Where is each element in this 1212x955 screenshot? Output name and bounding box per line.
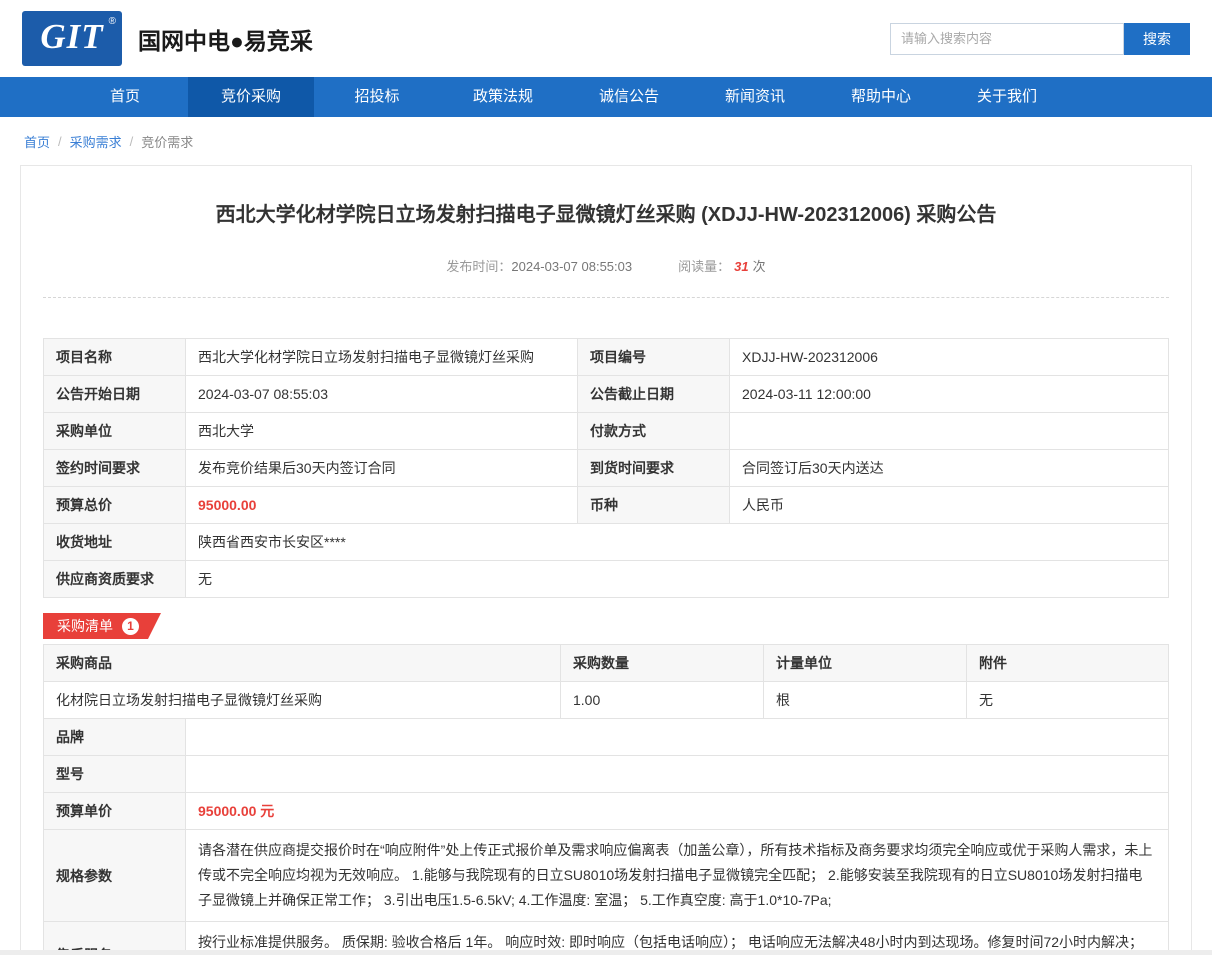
table-row: 收货地址 陕西省西安市长安区**** xyxy=(43,523,1169,561)
info-label: 项目名称 xyxy=(43,338,186,376)
purchase-list-tag: 采购清单 1 xyxy=(43,613,1169,639)
column-header: 计量单位 xyxy=(763,644,967,682)
page-header: GIT ® 国网中电●易竞采 搜索 xyxy=(0,0,1212,77)
page-title: 西北大学化材学院日立场发射扫描电子显微镜灯丝采购 (XDJJ-HW-202312… xyxy=(215,204,997,226)
table-header-row: 采购商品 采购数量 计量单位 附件 xyxy=(43,644,1169,682)
site-logo[interactable]: GIT ® xyxy=(22,11,122,66)
detail-value xyxy=(185,718,1169,756)
info-value: 无 xyxy=(185,560,1169,598)
table-row: 型号 xyxy=(43,755,1169,793)
info-value: 西北大学 xyxy=(185,412,578,450)
table-row: 规格参数 请各潜在供应商提交报价时在“响应附件”处上传正式报价单及需求响应偏离表… xyxy=(43,829,1169,922)
footer-edge xyxy=(0,950,1212,955)
budget-total-value: 95000.00 xyxy=(185,486,578,524)
info-label: 供应商资质要求 xyxy=(43,560,186,598)
main-nav: 首页 竞价采购 招投标 政策法规 诚信公告 新闻资讯 帮助中心 关于我们 xyxy=(0,77,1212,117)
item-quantity: 1.00 xyxy=(560,681,764,719)
nav-item-bidding-purchase[interactable]: 竞价采购 xyxy=(188,77,314,117)
item-name: 化材院日立场发射扫描电子显微镜灯丝采购 xyxy=(43,681,561,719)
info-value: 2024-03-11 12:00:00 xyxy=(729,375,1169,413)
nav-item-help-center[interactable]: 帮助中心 xyxy=(818,77,944,117)
breadcrumb-separator: / xyxy=(58,133,62,149)
breadcrumb-purchase-demand[interactable]: 采购需求 xyxy=(70,132,122,151)
info-value: 发布竞价结果后30天内签订合同 xyxy=(185,449,578,487)
info-label: 收货地址 xyxy=(43,523,186,561)
project-info-table: 项目名称 西北大学化材学院日立场发射扫描电子显微镜灯丝采购 项目编号 XDJJ-… xyxy=(43,338,1169,598)
site-title: 国网中电●易竞采 xyxy=(138,27,313,54)
info-label: 预算总价 xyxy=(43,486,186,524)
info-value: 2024-03-07 08:55:03 xyxy=(185,375,578,413)
views-unit: 次 xyxy=(752,259,766,274)
nav-item-home[interactable]: 首页 xyxy=(62,77,188,117)
table-row: 化材院日立场发射扫描电子显微镜灯丝采购 1.00 根 无 xyxy=(43,681,1169,719)
info-value: XDJJ-HW-202312006 xyxy=(729,338,1169,376)
announcement-card: 西北大学化材学院日立场发射扫描电子显微镜灯丝采购 (XDJJ-HW-202312… xyxy=(20,165,1192,955)
table-row: 签约时间要求 发布竞价结果后30天内签订合同 到货时间要求 合同签订后30天内送… xyxy=(43,449,1169,487)
breadcrumb-separator: / xyxy=(129,133,134,149)
info-value: 合同签订后30天内送达 xyxy=(729,449,1169,487)
detail-value xyxy=(185,755,1169,793)
announcement-meta: 发布时间：2024-03-07 08:55:03 阅读量： 31 次 xyxy=(43,256,1169,275)
info-value xyxy=(729,412,1169,450)
item-unit: 根 xyxy=(763,681,967,719)
nav-item-integrity-notice[interactable]: 诚信公告 xyxy=(566,77,692,117)
breadcrumb-home[interactable]: 首页 xyxy=(24,132,50,151)
info-value: 人民币 xyxy=(729,486,1169,524)
table-row: 品牌 xyxy=(43,718,1169,756)
detail-label: 品牌 xyxy=(43,718,186,756)
table-row: 供应商资质要求 无 xyxy=(43,560,1169,598)
nav-item-tender[interactable]: 招投标 xyxy=(314,77,440,117)
views-label: 阅读量： xyxy=(678,259,731,274)
dashed-divider xyxy=(43,297,1169,298)
info-label: 币种 xyxy=(577,486,730,524)
views-count: 31 xyxy=(734,259,749,274)
unit-budget-value: 95000.00 元 xyxy=(185,792,1169,830)
column-header: 附件 xyxy=(966,644,1169,682)
purchase-list-label: 采购清单 xyxy=(57,618,113,634)
search-bar: 搜索 xyxy=(890,22,1190,55)
column-header: 采购商品 xyxy=(43,644,561,682)
info-label: 公告开始日期 xyxy=(43,375,186,413)
info-label: 采购单位 xyxy=(43,412,186,450)
detail-label: 型号 xyxy=(43,755,186,793)
publish-time-label: 发布时间： xyxy=(446,259,512,274)
table-row: 采购单位 西北大学 付款方式 xyxy=(43,412,1169,450)
info-label: 签约时间要求 xyxy=(43,449,186,487)
info-label: 到货时间要求 xyxy=(577,449,730,487)
table-row: 预算总价 95000.00 币种 人民币 xyxy=(43,486,1169,524)
count-badge: 1 xyxy=(122,618,139,635)
logo-text: GIT xyxy=(40,17,104,56)
breadcrumb-current: 竞价需求 xyxy=(141,134,194,150)
detail-label: 预算单价 xyxy=(43,792,186,830)
info-label: 项目编号 xyxy=(577,338,730,376)
table-row: 项目名称 西北大学化材学院日立场发射扫描电子显微镜灯丝采购 项目编号 XDJJ-… xyxy=(43,338,1169,376)
info-value: 西北大学化材学院日立场发射扫描电子显微镜灯丝采购 xyxy=(185,338,578,376)
info-label: 公告截止日期 xyxy=(577,375,730,413)
item-attachment: 无 xyxy=(966,681,1169,719)
item-details-table: 品牌 型号 预算单价 95000.00 元 规格参数 请各潜在供应商提交报价时在… xyxy=(43,718,1169,955)
nav-item-about-us[interactable]: 关于我们 xyxy=(944,77,1070,117)
column-header: 采购数量 xyxy=(560,644,764,682)
detail-label: 规格参数 xyxy=(43,829,186,922)
publish-time-value: 2024-03-07 08:55:03 xyxy=(511,259,633,274)
nav-item-policy[interactable]: 政策法规 xyxy=(440,77,566,117)
table-row: 公告开始日期 2024-03-07 08:55:03 公告截止日期 2024-0… xyxy=(43,375,1169,413)
nav-item-news[interactable]: 新闻资讯 xyxy=(692,77,818,117)
info-value: 陕西省西安市长安区**** xyxy=(185,523,1169,561)
registered-mark-icon: ® xyxy=(108,16,116,27)
purchase-items-table: 采购商品 采购数量 计量单位 附件 化材院日立场发射扫描电子显微镜灯丝采购 1.… xyxy=(43,644,1169,719)
table-row: 预算单价 95000.00 元 xyxy=(43,792,1169,830)
search-button[interactable]: 搜索 xyxy=(1124,22,1190,55)
info-label: 付款方式 xyxy=(577,412,730,450)
spec-params-value: 请各潜在供应商提交报价时在“响应附件”处上传正式报价单及需求响应偏离表（加盖公章… xyxy=(185,829,1169,922)
search-input[interactable] xyxy=(890,22,1124,55)
breadcrumb: 首页 / 采购需求 / 竞价需求 xyxy=(0,117,1212,165)
purchase-list-ribbon: 采购清单 1 xyxy=(43,613,161,639)
